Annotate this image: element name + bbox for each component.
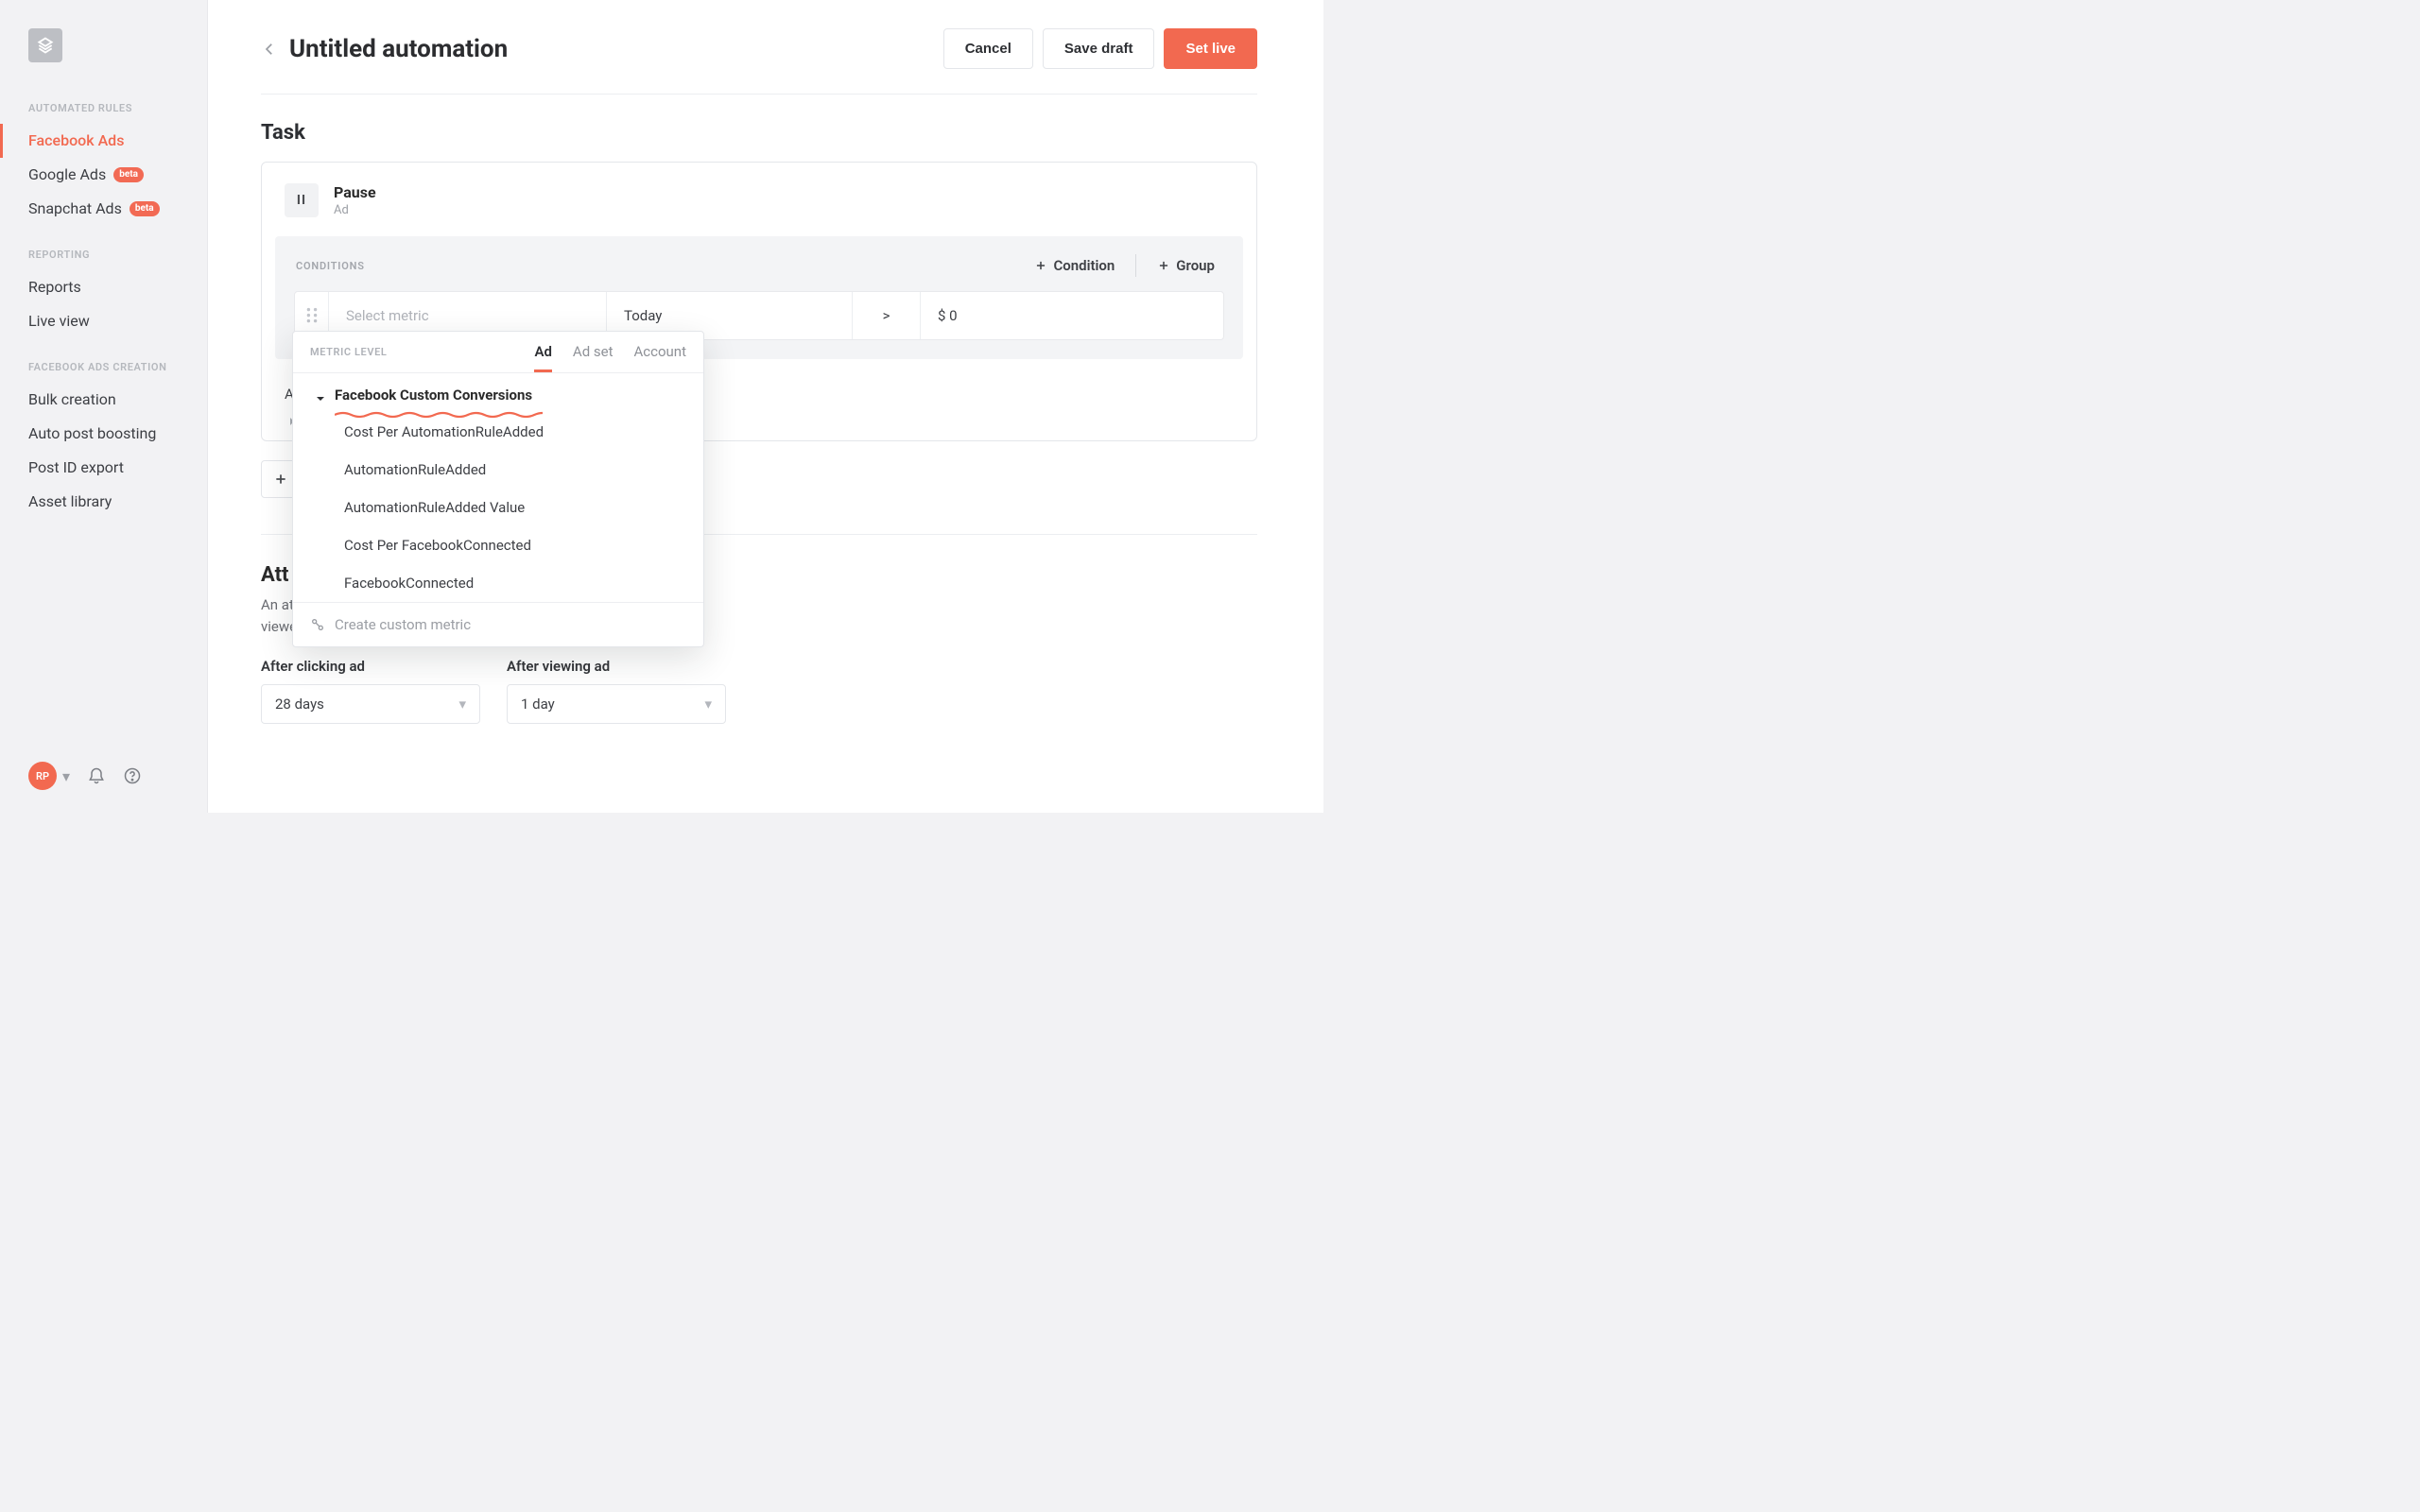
sidebar-item-label: Bulk creation [28,390,116,409]
chevron-down-icon: ▾ [62,767,70,785]
sidebar-item-asset-library[interactable]: Asset library [0,485,207,519]
attribution-windows: After clicking ad 28 days ▾ After viewin… [261,658,1257,724]
metric-option[interactable]: Cost Per FacebookConnected [293,526,703,564]
beta-badge: beta [113,167,144,182]
sidebar-item-label: Asset library [28,492,112,511]
after-click-select[interactable]: 28 days ▾ [261,684,480,724]
sidebar-item-auto-post-boosting[interactable]: Auto post boosting [0,417,207,451]
metric-select-placeholder: Select metric [346,307,429,324]
help-icon[interactable] [123,766,142,785]
add-condition-button[interactable]: Condition [1027,253,1122,278]
metric-option[interactable]: FacebookConnected [293,564,703,602]
metric-option[interactable]: Cost Per AutomationRuleAdded [293,413,703,451]
sidebar-item-label: Snapchat Ads [28,199,122,218]
page-header: Untitled automation Cancel Save draft Se… [261,28,1257,94]
sidebar-item-reports[interactable]: Reports [0,270,207,304]
metric-group-header[interactable]: Facebook Custom Conversions [293,373,703,413]
conditions-label: CONDITIONS [296,260,365,272]
plus-icon [1157,259,1170,272]
timeframe-value: Today [624,307,662,324]
task-section-title: Task [261,121,1257,145]
nav-section-automated-rules: AUTOMATED RULES Facebook Ads Google Ads … [0,85,207,232]
metric-group-title: Facebook Custom Conversions [335,387,532,404]
cancel-button[interactable]: Cancel [943,28,1033,69]
main-content: Untitled automation Cancel Save draft Se… [208,0,1323,813]
task-card: II Pause Ad CONDITIONS Condition [261,162,1257,441]
tab-account[interactable]: Account [633,343,686,372]
sidebar-item-bulk-creation[interactable]: Bulk creation [0,383,207,417]
after-click-value: 28 days [275,696,324,713]
page-title: Untitled automation [289,35,934,63]
metric-option[interactable]: AutomationRuleAdded [293,451,703,489]
metric-option[interactable]: AutomationRuleAdded Value [293,489,703,526]
value-text: $ 0 [938,307,958,324]
plus-icon [1034,259,1047,272]
tab-adset[interactable]: Ad set [573,343,614,372]
nav-heading-creation: FACEBOOK ADS CREATION [0,355,207,383]
nav-section-creation: FACEBOOK ADS CREATION Bulk creation Auto… [0,344,207,524]
sidebar-item-label: Google Ads [28,165,106,184]
user-menu[interactable]: RP ▾ [28,762,70,790]
add-group-label: Group [1176,257,1215,274]
sidebar-item-facebook-ads[interactable]: Facebook Ads [0,124,207,158]
set-live-button[interactable]: Set live [1164,28,1257,69]
nav-heading-reporting: REPORTING [0,243,207,270]
logo [0,0,207,85]
create-custom-metric[interactable]: Create custom metric [293,602,703,646]
after-view-label: After viewing ad [507,658,726,675]
operator-select[interactable]: > [853,292,921,339]
underline-annotation [335,405,543,413]
after-view-select[interactable]: 1 day ▾ [507,684,726,724]
back-arrow-icon[interactable] [261,41,278,58]
avatar: RP [28,762,57,790]
chevron-down-icon: ▾ [704,696,712,713]
pause-icon: II [285,183,319,217]
sidebar-item-label: Live view [28,312,90,331]
sidebar-item-google-ads[interactable]: Google Ads beta [0,158,207,192]
divider [1135,254,1136,277]
chevron-down-icon: ▾ [458,696,466,713]
tab-ad[interactable]: Ad [534,343,551,372]
save-draft-button[interactable]: Save draft [1043,28,1155,69]
task-level: Ad [334,203,376,217]
sidebar: AUTOMATED RULES Facebook Ads Google Ads … [0,0,208,813]
metric-level-label: METRIC LEVEL [310,346,387,358]
notifications-icon[interactable] [87,766,106,785]
task-name: Pause [334,183,376,201]
logo-icon [28,28,62,62]
sidebar-item-post-id-export[interactable]: Post ID export [0,451,207,485]
create-custom-metric-label: Create custom metric [335,616,471,633]
after-view-value: 1 day [521,696,555,713]
sidebar-item-label: Post ID export [28,458,124,477]
after-click-label: After clicking ad [261,658,480,675]
add-condition-label: Condition [1053,257,1115,274]
sidebar-item-live-view[interactable]: Live view [0,304,207,338]
sidebar-item-label: Facebook Ads [28,131,124,150]
sidebar-item-label: Reports [28,278,81,297]
add-group-button[interactable]: Group [1150,253,1222,278]
nav-heading-automated-rules: AUTOMATED RULES [0,96,207,124]
sidebar-item-label: Auto post boosting [28,424,156,443]
nav-section-reporting: REPORTING Reports Live view [0,232,207,344]
caret-down-icon [316,390,325,400]
metric-dropdown: METRIC LEVEL Ad Ad set Account Facebook … [292,331,704,647]
operator-value: > [883,307,890,324]
sidebar-footer: RP ▾ [0,743,207,813]
custom-metric-icon [310,617,325,632]
sidebar-item-snapchat-ads[interactable]: Snapchat Ads beta [0,192,207,226]
plus-icon [273,472,288,487]
value-input[interactable]: $ 0 [921,292,1223,339]
beta-badge: beta [130,201,160,216]
task-header: II Pause Ad [262,163,1256,236]
